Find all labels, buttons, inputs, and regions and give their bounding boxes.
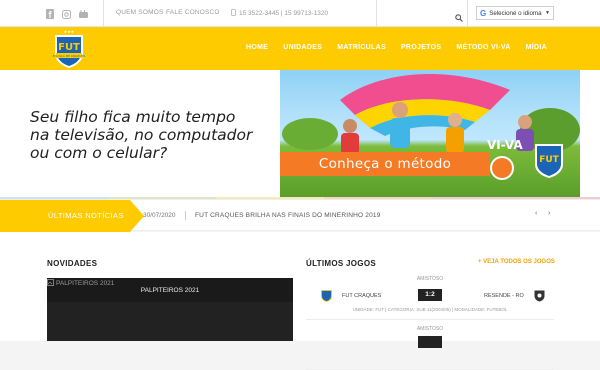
game-kind: AMISTOSO <box>416 276 444 282</box>
language-select[interactable]: G Selecione o idioma ▼ <box>476 6 554 20</box>
top-bar: QUEM SOMOS FALE CONOSCO 15 3522-3445 | 1… <box>0 0 600 27</box>
svg-text:★★★: ★★★ <box>64 29 75 34</box>
home-team-shield-icon <box>321 290 332 302</box>
fut-logo[interactable]: ★★★ FUT ESCOLA DE CRAQUES <box>50 29 88 69</box>
game-card[interactable]: AMISTOSO FUT CRAQUES 1:2 RESENDE - RO UN… <box>306 276 554 320</box>
news-divider <box>185 211 186 220</box>
svg-text:FUT: FUT <box>539 155 559 165</box>
news-next-arrow-icon[interactable]: › <box>548 210 550 217</box>
main-header: ★★★ FUT ESCOLA DE CRAQUES HOME UNIDADES … <box>0 27 600 70</box>
game-meta: UNIDADE: FUT | CATEGORIA: SUB 11(2004/05… <box>352 307 508 312</box>
topbar-divider <box>103 0 104 27</box>
nav-home[interactable]: HOME <box>246 44 268 51</box>
logo-subtext: ESCOLA DE CRAQUES <box>53 54 86 58</box>
news-label-box: ÚLTIMAS NOTÍCIAS <box>0 200 144 232</box>
phone-numbers: 15 3522-3445 | 15 99713-1320 <box>231 9 328 18</box>
news-date: 30/07/2020 <box>143 212 176 219</box>
quem-somos-link[interactable]: QUEM SOMOS <box>116 9 164 16</box>
novidades-title: NOVIDADES <box>47 259 98 268</box>
phone-icon <box>231 9 236 18</box>
ultimos-jogos-title: ÚLTIMOS JOGOS <box>306 259 376 268</box>
away-team-shield-icon <box>534 290 545 302</box>
game-kind: AMISTOSO <box>416 326 444 332</box>
caret-down-icon: ▼ <box>545 10 550 16</box>
logo-text: FUT <box>58 42 80 53</box>
broken-image-alt: PALPITEIROS 2021 <box>56 280 115 287</box>
hero-headline-line: ou com o celular? <box>30 144 168 162</box>
news-ticker: ÚLTIMAS NOTÍCIAS 30/07/2020 FUT CRAQUES … <box>0 199 600 232</box>
news-prev-arrow-icon[interactable]: ‹ <box>535 210 537 217</box>
game-score: 1:2 <box>418 289 442 301</box>
nav-midia[interactable]: MÍDIA <box>526 44 547 51</box>
topbar-divider <box>376 0 377 27</box>
news-label: ÚLTIMAS NOTÍCIAS <box>48 211 124 220</box>
video-embed[interactable]: PALPITEIROS 2021 PALPITEIROS 2021 <box>47 278 293 341</box>
news-headline-link[interactable]: FUT CRAQUES BRILHA NAS FINAIS DO MINERIN… <box>195 212 381 219</box>
topbar-divider <box>467 0 468 27</box>
instagram-icon[interactable] <box>62 8 71 20</box>
nav-projetos[interactable]: PROJETOS <box>401 44 441 51</box>
hero-image[interactable]: FUT Conheça o método VI-VA <box>280 70 580 197</box>
viva-badge: VI-VA <box>487 138 523 152</box>
hero-headline-line: na televisão, no computador <box>30 126 253 144</box>
phone-text: 15 3522-3445 | 15 99713-1320 <box>239 10 329 17</box>
fale-conosco-link[interactable]: FALE CONOSCO <box>166 9 220 16</box>
home-team: FUT CRAQUES <box>342 293 382 299</box>
content-area: NOVIDADES ÚLTIMOS JOGOS + VEJA TODOS OS … <box>0 232 600 370</box>
game-score <box>418 336 442 348</box>
nav-unidades[interactable]: UNIDADES <box>283 44 322 51</box>
nav-metodo-viva[interactable]: MÉTODO VI-VA <box>456 44 510 51</box>
nav-matriculas[interactable]: MATRÍCULAS <box>337 44 386 51</box>
conheca-metodo-banner[interactable]: Conheça o método <box>280 152 490 176</box>
game-card[interactable]: AMISTOSO <box>306 326 554 370</box>
video-title: PALPITEIROS 2021 <box>140 287 200 294</box>
ver-todos-jogos-link[interactable]: + VEJA TODOS OS JOGOS <box>478 259 555 265</box>
google-icon: G <box>480 8 487 18</box>
away-team: RESENDE - RO <box>484 293 524 299</box>
language-label: Selecione o idioma <box>489 9 542 17</box>
hero-headline: Seu filho fica muito tempo na televisão,… <box>30 108 280 162</box>
search-icon[interactable] <box>455 9 463 27</box>
facebook-icon[interactable] <box>46 8 54 20</box>
hero-headline-line: Seu filho fica muito tempo <box>30 108 236 126</box>
youtube-icon[interactable] <box>79 8 88 20</box>
hero-slider[interactable]: Seu filho fica muito tempo na televisão,… <box>0 70 600 197</box>
main-nav: HOME UNIDADES MATRÍCULAS PROJETOS MÉTODO… <box>231 44 547 51</box>
